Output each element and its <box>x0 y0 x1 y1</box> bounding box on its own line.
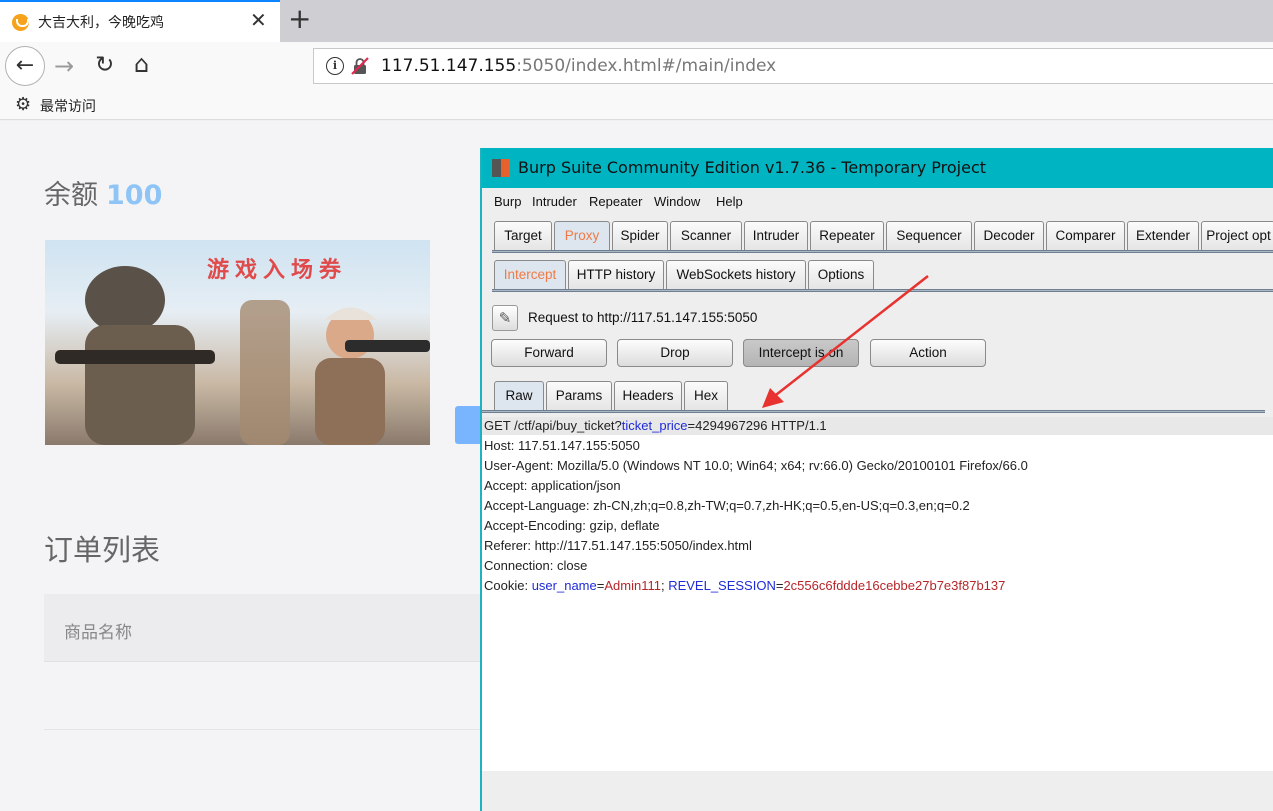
menu-repeater[interactable]: Repeater <box>589 194 642 209</box>
reload-button[interactable]: ↻ <box>95 53 114 77</box>
url-host: 117.51.147.155 <box>381 56 517 76</box>
bookmark-most-visited[interactable]: 最常访问 <box>40 96 96 116</box>
cookie-value-session: 2c556c6fddde16cebbe27b7e3f87b137 <box>783 578 1006 593</box>
divider <box>44 729 484 730</box>
menu-window[interactable]: Window <box>654 194 700 209</box>
main-tabs-underline <box>492 250 1273 253</box>
cookie-value-user: Admin111 <box>604 578 661 593</box>
ticket-banner-image: 游戏入场券 <box>45 240 430 445</box>
menu-help[interactable]: Help <box>716 194 743 209</box>
home-button[interactable]: ⌂ <box>134 52 149 76</box>
header-user-agent: User-Agent: Mozilla/5.0 (Windows NT 10.0… <box>484 458 1028 473</box>
url-text[interactable]: 117.51.147.155:5050/index.html#/main/ind… <box>381 56 776 76</box>
tab-intruder[interactable]: Intruder <box>744 221 808 251</box>
tab-bar: 大吉大利，今晚吃鸡 ✕ + <box>0 0 1273 42</box>
tab-options[interactable]: Options <box>808 260 874 290</box>
burp-logo-icon <box>492 159 510 177</box>
banner-title: 游戏入场券 <box>207 258 348 283</box>
back-button[interactable]: ← <box>5 46 45 86</box>
cookie-name-session: REVEL_SESSION <box>668 578 776 593</box>
url-bar[interactable]: i 117.51.147.155:5050/index.html#/main/i… <box>313 48 1273 84</box>
action-button[interactable]: Action <box>870 339 986 367</box>
orders-title: 订单列表 <box>44 533 161 567</box>
header-host: Host: 117.51.147.155:5050 <box>484 438 640 453</box>
balance-value: 100 <box>106 180 163 211</box>
request-target: Request to http://117.51.147.155:5050 <box>528 310 758 325</box>
favicon-icon <box>12 14 29 31</box>
burp-title: Burp Suite Community Edition v1.7.36 - T… <box>518 158 987 177</box>
tab-repeater[interactable]: Repeater <box>810 221 884 251</box>
header-accept-encoding: Accept-Encoding: gzip, deflate <box>484 518 660 533</box>
tab-intercept[interactable]: Intercept <box>494 260 566 290</box>
balance-label: 余额 <box>44 180 98 211</box>
browser-tab[interactable]: 大吉大利，今晚吃鸡 ✕ <box>0 0 280 42</box>
edit-pencil-icon[interactable]: ✎ <box>492 305 518 331</box>
view-tabs-underline <box>482 410 1265 413</box>
request-line-end: =4294967296 HTTP/1.1 <box>687 418 827 433</box>
proxy-tabs-underline <box>492 289 1273 292</box>
tab-proxy[interactable]: Proxy <box>554 221 610 251</box>
tab-target[interactable]: Target <box>494 221 552 251</box>
tab-extender[interactable]: Extender <box>1127 221 1199 251</box>
tab-title: 大吉大利，今晚吃鸡 <box>38 15 164 31</box>
forward-button[interactable]: → <box>54 54 74 78</box>
orders-table-header: 商品名称 <box>44 594 484 662</box>
tab-raw[interactable]: Raw <box>494 381 544 411</box>
header-connection: Connection: close <box>484 558 588 573</box>
info-icon[interactable]: i <box>326 57 344 75</box>
navigation-bar: ← → ↻ ⌂ i 117.51.147.155:5050/index.html… <box>0 42 1273 92</box>
header-accept: Accept: application/json <box>484 478 621 493</box>
menu-burp[interactable]: Burp <box>494 194 521 209</box>
tab-comparer[interactable]: Comparer <box>1046 221 1125 251</box>
tab-scanner[interactable]: Scanner <box>670 221 742 251</box>
url-path: :5050/index.html#/main/index <box>516 56 777 76</box>
request-editor[interactable]: GET /ctf/api/buy_ticket?ticket_price=429… <box>482 417 1273 771</box>
burp-titlebar[interactable]: Burp Suite Community Edition v1.7.36 - T… <box>482 148 1273 188</box>
burp-menubar: Burp Intruder Repeater Window Help <box>482 188 1273 216</box>
request-line: GET /ctf/api/buy_ticket?ticket_price=429… <box>482 417 1273 435</box>
header-cookie: Cookie: user_name=Admin111; REVEL_SESSIO… <box>484 578 1006 593</box>
new-tab-button[interactable]: + <box>288 5 311 33</box>
param-ticket-price: ticket_price <box>621 418 688 433</box>
intercept-toggle-button[interactable]: Intercept is on <box>743 339 859 367</box>
tab-headers[interactable]: Headers <box>614 381 682 411</box>
forward-button[interactable]: Forward <box>491 339 607 367</box>
gear-icon: ⚙ <box>15 94 32 115</box>
tab-sequencer[interactable]: Sequencer <box>886 221 972 251</box>
menu-intruder[interactable]: Intruder <box>532 194 577 209</box>
drop-button[interactable]: Drop <box>617 339 733 367</box>
close-tab-icon[interactable]: ✕ <box>250 10 267 30</box>
cookie-name-user: user_name <box>531 578 597 593</box>
request-line-start: GET /ctf/api/buy_ticket? <box>484 418 622 433</box>
tab-spider[interactable]: Spider <box>612 221 668 251</box>
header-referer: Referer: http://117.51.147.155:5050/inde… <box>484 538 752 553</box>
tab-http-history[interactable]: HTTP history <box>568 260 664 290</box>
tab-websockets-history[interactable]: WebSockets history <box>666 260 806 290</box>
bookmarks-bar: ⚙ 最常访问 <box>0 92 1273 120</box>
balance: 余额 100 <box>44 173 162 212</box>
header-accept-language: Accept-Language: zh-CN,zh;q=0.8,zh-TW;q=… <box>484 498 970 513</box>
tab-project-options[interactable]: Project opt <box>1201 221 1273 251</box>
burp-window: Burp Suite Community Edition v1.7.36 - T… <box>480 148 1273 811</box>
back-arrow-icon: ← <box>15 53 35 78</box>
tab-hex[interactable]: Hex <box>684 381 728 411</box>
cookie-label: Cookie: <box>484 578 532 593</box>
column-product-name: 商品名称 <box>64 623 132 643</box>
tab-params[interactable]: Params <box>546 381 612 411</box>
burp-body: Burp Intruder Repeater Window Help Targe… <box>482 188 1273 811</box>
insecure-lock-icon <box>351 57 369 75</box>
tab-decoder[interactable]: Decoder <box>974 221 1044 251</box>
